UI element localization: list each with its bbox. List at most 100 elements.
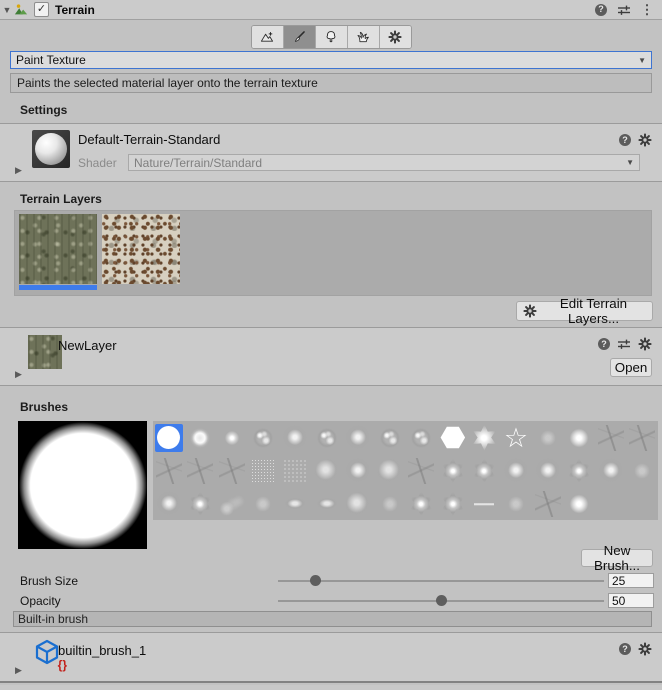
chevron-down-icon: ▼	[638, 56, 646, 65]
speckled-layer-thumbnail[interactable]	[102, 214, 180, 284]
brush-thumbnail-1[interactable]	[186, 424, 214, 452]
brush-shape	[377, 425, 403, 451]
brush-shape	[598, 458, 624, 484]
brush-thumbnail-22[interactable]	[344, 457, 372, 485]
component-enabled-checkbox[interactable]: ✓	[34, 2, 49, 17]
brush-thumbnail-21[interactable]	[313, 457, 341, 485]
brush-thumbnail-13[interactable]	[565, 424, 593, 452]
paint-mode-dropdown[interactable]: Paint Texture ▼	[10, 51, 652, 69]
brush-thumbnail-36[interactable]	[281, 490, 309, 518]
material-actions: ?	[619, 133, 652, 147]
help-icon[interactable]: ?	[619, 643, 631, 655]
edit-terrain-layers-button[interactable]: Edit Terrain Layers...	[516, 301, 653, 321]
brush-thumbnail-23[interactable]	[376, 457, 404, 485]
brush-size-slider[interactable]	[278, 580, 604, 582]
brush-thumbnail-17[interactable]	[186, 457, 214, 485]
brush-thumbnail-31[interactable]	[628, 457, 656, 485]
brush-thumbnail-29[interactable]	[565, 457, 593, 485]
brush-thumbnail-32[interactable]	[155, 490, 183, 518]
brush-thumbnail-18[interactable]	[218, 457, 246, 485]
grass-layer-thumbnail[interactable]	[19, 214, 97, 290]
brush-shape	[471, 458, 497, 484]
material-foldout-icon[interactable]: ▶	[15, 165, 22, 176]
brush-thumbnail-6[interactable]	[344, 424, 372, 452]
paint-mode-value: Paint Texture	[16, 53, 86, 67]
open-button[interactable]: Open	[610, 358, 652, 377]
tool-button-paint-details[interactable]	[347, 26, 379, 48]
presets-icon[interactable]	[617, 3, 631, 17]
brush-thumbnail-10[interactable]	[470, 424, 498, 452]
shader-dropdown[interactable]: Nature/Terrain/Standard ▼	[128, 154, 640, 171]
opacity-value-field[interactable]	[608, 593, 654, 608]
new-layer-foldout-icon[interactable]: ▶	[15, 369, 22, 380]
brush-thumbnail-45[interactable]	[565, 490, 593, 518]
brush-thumbnail-3[interactable]	[249, 424, 277, 452]
help-icon[interactable]: ?	[598, 338, 610, 350]
brush-shape	[187, 425, 213, 451]
new-brush-button[interactable]: New Brush...	[581, 549, 653, 567]
brush-thumbnail-25[interactable]	[439, 457, 467, 485]
gear-icon[interactable]	[638, 337, 652, 351]
brush-thumbnail-38[interactable]	[344, 490, 372, 518]
gear-icon[interactable]	[638, 133, 652, 147]
brush-size-value-field[interactable]	[608, 573, 654, 588]
brush-shape	[282, 496, 308, 511]
tool-button-terrain-settings[interactable]	[379, 26, 411, 48]
brushes-section-label: Brushes	[20, 400, 68, 414]
brush-size-slider-handle[interactable]	[310, 575, 321, 586]
tool-button-paint-terrain[interactable]	[283, 26, 315, 48]
tool-button-create-neighbor-terrains[interactable]	[252, 26, 283, 48]
opacity-slider-handle[interactable]	[436, 595, 447, 606]
brush-thumbnail-15[interactable]	[628, 424, 656, 452]
brush-shape	[156, 491, 182, 517]
tool-button-paint-trees[interactable]	[315, 26, 347, 48]
brush-shape	[629, 425, 655, 451]
terrain-tool-group	[251, 25, 412, 49]
help-box: Paints the selected material layer onto …	[10, 73, 652, 93]
brush-thumbnail-43[interactable]	[502, 490, 530, 518]
brush-thumbnail-14[interactable]	[597, 424, 625, 452]
brush-shape	[474, 491, 494, 517]
brush-thumbnail-41[interactable]	[439, 490, 467, 518]
builtin-brush-foldout-icon[interactable]: ▶	[15, 665, 22, 676]
brush-thumbnail-4[interactable]	[281, 424, 309, 452]
brush-thumbnail-34[interactable]	[218, 490, 246, 518]
brush-thumbnail-0[interactable]	[155, 424, 183, 452]
brush-thumbnail-40[interactable]	[407, 490, 435, 518]
brush-thumbnail-16[interactable]	[155, 457, 183, 485]
material-header-box[interactable]: Default-Terrain-Standard ? Shader Nature…	[0, 123, 662, 182]
brush-thumbnail-28[interactable]	[534, 457, 562, 485]
more-menu-icon[interactable]: ⋮	[640, 3, 654, 17]
component-foldout-icon[interactable]: ▼	[0, 5, 14, 15]
brush-thumbnail-27[interactable]	[502, 457, 530, 485]
brush-thumbnail-37[interactable]	[313, 490, 341, 518]
brush-thumbnail-2[interactable]	[218, 424, 246, 452]
brush-thumbnail-5[interactable]	[313, 424, 341, 452]
brush-thumbnail-24[interactable]	[407, 457, 435, 485]
brush-thumbnail-12[interactable]	[534, 424, 562, 452]
brush-thumbnail-30[interactable]	[597, 457, 625, 485]
builtin-brush-strip-label: Built-in brush	[18, 612, 88, 626]
gear-icon[interactable]	[638, 642, 652, 656]
brush-thumbnail-33[interactable]	[186, 490, 214, 518]
brush-thumbnail-26[interactable]	[470, 457, 498, 485]
brush-thumbnail-9[interactable]	[439, 424, 467, 452]
builtin-brush-header-box[interactable]: {} builtin_brush_1 ? ▶	[0, 632, 662, 683]
brush-thumbnail-11[interactable]: ☆	[502, 424, 530, 452]
help-icon[interactable]: ?	[619, 134, 631, 146]
brush-thumbnail-7[interactable]	[376, 424, 404, 452]
presets-icon[interactable]	[617, 337, 631, 351]
brush-thumbnail-42[interactable]	[470, 490, 498, 518]
opacity-slider[interactable]	[278, 600, 604, 602]
terrain-layers-section-label: Terrain Layers	[20, 192, 102, 206]
brush-thumbnail-44[interactable]	[534, 490, 562, 518]
brush-thumbnail-39[interactable]	[376, 490, 404, 518]
brush-shape	[535, 458, 561, 484]
brush-thumbnail-20[interactable]	[281, 457, 309, 485]
brush-thumbnail-8[interactable]	[407, 424, 435, 452]
new-layer-header-box[interactable]: NewLayer ? Open ▶	[0, 327, 662, 386]
brush-thumbnail-19[interactable]	[249, 457, 277, 485]
help-icon[interactable]: ?	[594, 3, 608, 17]
brush-thumbnail-35[interactable]	[249, 490, 277, 518]
brush-shape	[345, 491, 371, 517]
